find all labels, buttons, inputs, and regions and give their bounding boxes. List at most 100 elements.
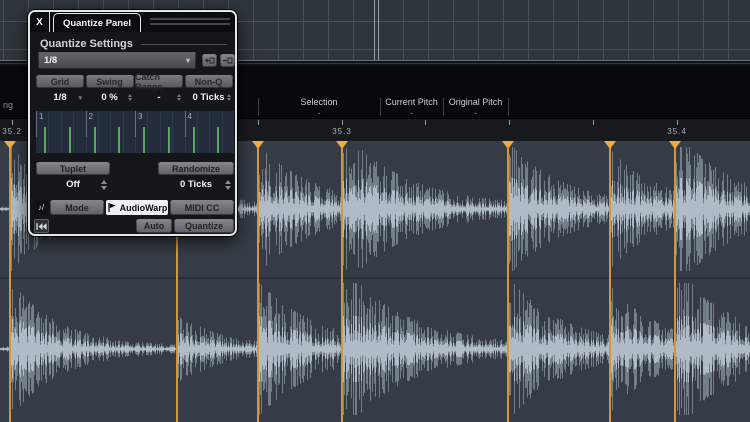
- beat-line: [135, 111, 136, 137]
- warp-marker-handle[interactable]: [4, 141, 16, 149]
- warp-marker-handle[interactable]: [604, 141, 616, 149]
- ruler-bar-label: 35.4: [667, 127, 687, 136]
- nonq-column-button[interactable]: Non-Q: [184, 75, 233, 88]
- catch-range-column-button[interactable]: Catch Range: [135, 72, 183, 92]
- titlebar-stripe: [150, 23, 230, 25]
- spinner[interactable]: [226, 94, 231, 101]
- current-pitch-info: Current Pitch -: [381, 97, 442, 118]
- beat-number: 1: [39, 112, 44, 121]
- store-preset-button[interactable]: [202, 54, 217, 67]
- ruler-tick: [509, 120, 510, 125]
- auto-button[interactable]: Auto: [136, 219, 172, 233]
- grid-cell-line: [159, 111, 161, 153]
- selection-value: -: [317, 108, 321, 118]
- swing-value: 0 %: [101, 92, 118, 103]
- nonq-value: 0 Ticks: [192, 92, 225, 103]
- warp-marker-handle[interactable]: [336, 141, 348, 149]
- current-pitch-label: Current Pitch: [385, 97, 438, 107]
- ruler-tick: [677, 120, 678, 125]
- grid-bright-line: [378, 0, 379, 60]
- eighth-note-grid-line: [68, 127, 71, 153]
- beat-number: 3: [138, 112, 143, 121]
- tuplet-value: Off: [66, 179, 80, 190]
- reset-icon: [36, 222, 47, 231]
- quantize-grid-display: 1 2 3 4: [36, 111, 234, 153]
- beat-line: [184, 111, 186, 137]
- swing-value-field[interactable]: 0 %: [86, 90, 134, 105]
- remove-preset-button[interactable]: [220, 54, 235, 67]
- grid-cell-line: [60, 111, 62, 153]
- original-pitch-info: Original Pitch -: [444, 97, 507, 118]
- ruler-bar-label: 35.2: [2, 127, 22, 136]
- reset-quantize-button[interactable]: [34, 219, 49, 233]
- warp-marker-line[interactable]: [609, 141, 611, 422]
- spinner[interactable]: [225, 179, 231, 190]
- ruler-tick: [593, 120, 594, 125]
- grid-cell-line: [48, 111, 50, 153]
- tuplet-button[interactable]: Tuplet: [36, 162, 110, 175]
- catch-range-value-field[interactable]: -: [135, 90, 183, 105]
- beat-number: 4: [187, 112, 192, 121]
- quantize-apply-button[interactable]: Quantize: [174, 219, 234, 233]
- note-ratio-icon: ♪/: [34, 200, 48, 215]
- grid-value: 1/8: [53, 92, 67, 103]
- warp-marker-handle[interactable]: [669, 141, 681, 149]
- grid-column-button[interactable]: Grid: [36, 75, 84, 88]
- eighth-note-grid-line: [167, 127, 170, 153]
- quantize-settings-title: Quantize Settings: [40, 38, 133, 50]
- grid-value-dropdown[interactable]: 1/8 ▾: [36, 90, 84, 105]
- sample-editor-window: 0 80.00 4/4 élastique Pro - Time: [0, 0, 750, 422]
- spinner[interactable]: [101, 179, 107, 190]
- grid-cell-line: [97, 111, 99, 153]
- randomize-value-field[interactable]: 0 Ticks: [158, 177, 234, 192]
- warp-marker-handle[interactable]: [252, 141, 264, 149]
- preset-value: 1/8: [44, 55, 58, 66]
- eighth-note-grid-line: [44, 127, 46, 153]
- midi-cc-button[interactable]: MIDI CC: [170, 200, 234, 215]
- spinner[interactable]: [177, 94, 181, 101]
- grid-cell-line: [110, 111, 112, 153]
- warp-flag-icon: [107, 202, 117, 213]
- nonq-value-field[interactable]: 0 Ticks: [185, 90, 233, 105]
- tab-quantize-panel[interactable]: Quantize Panel: [53, 13, 141, 32]
- current-pitch-value: -: [410, 108, 413, 118]
- audiowarp-label: AudioWarp: [119, 202, 168, 213]
- original-pitch-value: -: [474, 108, 477, 118]
- mode-button[interactable]: Mode: [50, 200, 104, 215]
- beat-number: 2: [88, 112, 93, 121]
- warp-marker-line[interactable]: [341, 141, 343, 422]
- warp-marker-handle[interactable]: [502, 141, 514, 149]
- grid-cell-line: [147, 111, 149, 153]
- warp-marker-line[interactable]: [9, 141, 11, 422]
- eighth-note-grid-line: [217, 127, 220, 153]
- grid-bright-line: [374, 0, 375, 60]
- original-pitch-label: Original Pitch: [448, 97, 503, 107]
- eighth-note-grid-line: [93, 127, 96, 153]
- spinner[interactable]: [127, 94, 132, 101]
- selection-info: Selection -: [259, 97, 379, 118]
- remove-preset-icon: [222, 56, 233, 65]
- close-button[interactable]: X: [30, 12, 49, 32]
- titlebar-stripe: [150, 18, 230, 20]
- warp-marker-line[interactable]: [674, 141, 676, 422]
- audiowarp-tab-button[interactable]: AudioWarp: [106, 200, 168, 215]
- grid-cell-line: [73, 111, 75, 153]
- quantize-preset-dropdown[interactable]: 1/8: [38, 52, 196, 69]
- eighth-note-grid-line: [118, 127, 121, 153]
- warp-marker-line[interactable]: [257, 141, 259, 422]
- beat-line: [85, 111, 87, 137]
- add-preset-icon: [204, 56, 215, 65]
- ruler-tick: [425, 120, 426, 125]
- panel-titlebar: X Quantize Panel: [30, 12, 235, 32]
- section-heading: Quantize Settings: [40, 38, 227, 50]
- randomize-button[interactable]: Randomize: [158, 162, 234, 175]
- grid-cell-line: [172, 111, 174, 153]
- chevron-down-icon: ▾: [78, 94, 82, 102]
- ruler-bar-label: 35.3: [332, 127, 352, 136]
- heading-rule: [140, 44, 227, 45]
- ruler-tick: [258, 120, 259, 125]
- swing-column-button[interactable]: Swing: [85, 75, 134, 88]
- grid-cell-line: [209, 111, 211, 153]
- warp-marker-line[interactable]: [507, 141, 509, 422]
- tuplet-value-field[interactable]: Off: [36, 177, 110, 192]
